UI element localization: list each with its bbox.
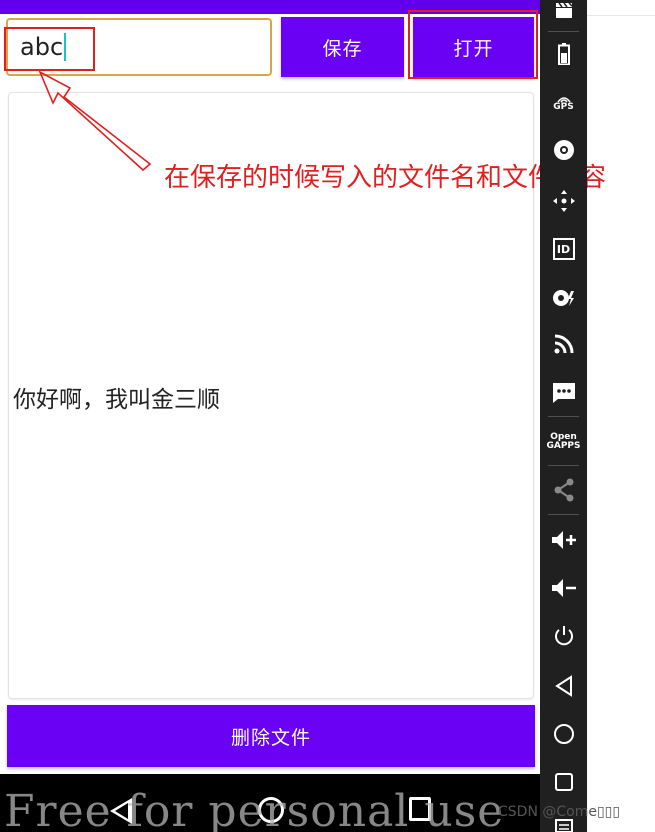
save-button[interactable]: 保存: [281, 17, 404, 77]
csdn-credit: CSDN @Come▯▯▯: [498, 804, 621, 820]
content-text: 你好啊，我叫金三顺: [13, 387, 220, 413]
disc-icon[interactable]: [540, 284, 587, 312]
home-icon[interactable]: [540, 720, 587, 748]
gps-icon[interactable]: GPS: [540, 88, 587, 118]
volume-up-icon[interactable]: [540, 526, 587, 554]
sms-icon[interactable]: [540, 378, 587, 408]
volume-down-icon[interactable]: [540, 574, 587, 602]
open-highlight-box: [408, 10, 538, 79]
clapper-icon[interactable]: [540, 0, 587, 22]
open-gapps-label: Open GAPPS: [546, 432, 581, 451]
screenshot-root: abc 保存 打开 你好啊，我叫金三顺 删除文件 Free for person…: [0, 0, 655, 832]
toolbar-divider: [548, 31, 579, 32]
id-label: ID: [552, 238, 575, 260]
open-gapps-icon[interactable]: Open GAPPS: [540, 428, 587, 456]
delete-file-button[interactable]: 删除文件: [7, 705, 535, 767]
rss-icon[interactable]: [540, 330, 587, 358]
emulator-screen: abc 保存 打开 你好啊，我叫金三顺 删除文件 Free for person…: [0, 0, 540, 832]
toolbar-divider: [548, 465, 579, 466]
input-highlight-box: [4, 27, 95, 71]
battery-icon[interactable]: [540, 40, 587, 68]
toolbar-divider: [548, 416, 579, 417]
move-icon[interactable]: [540, 186, 587, 216]
gps-label: GPS: [553, 101, 574, 112]
overview-icon[interactable]: [540, 768, 587, 796]
back-icon[interactable]: [540, 672, 587, 700]
id-icon[interactable]: ID: [540, 234, 587, 264]
background-strip: [587, 0, 655, 16]
emulator-toolbar: GPS ID Open GAPPS: [540, 0, 587, 832]
camera-icon[interactable]: [540, 136, 587, 164]
watermark: Free for personal use: [4, 786, 505, 832]
power-icon[interactable]: [540, 622, 587, 650]
share-icon[interactable]: [540, 476, 587, 504]
toolbar-divider: [548, 514, 579, 515]
